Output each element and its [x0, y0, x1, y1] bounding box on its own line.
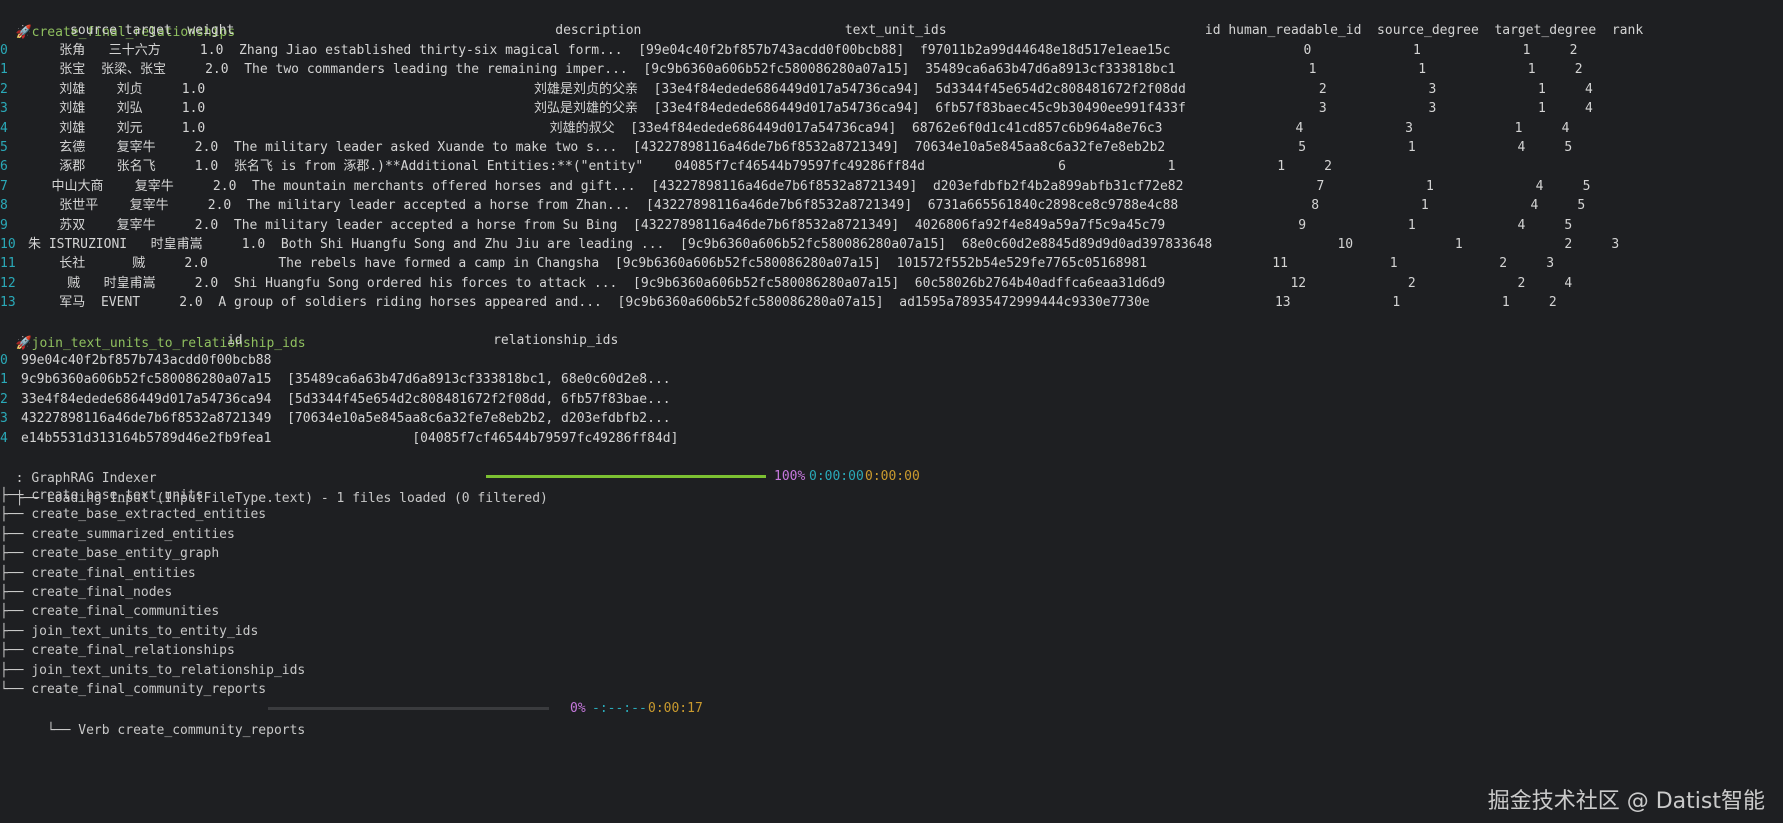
row-text: 长社 贼 2.0 The rebels have formed a camp i…: [28, 256, 1555, 272]
verb-progress-track: [268, 707, 549, 710]
row-text: 玄德 复宰牛 2.0 The military leader asked Xua…: [28, 140, 1573, 155]
verb-label: Verb create_community_reports: [78, 723, 306, 738]
row-text: 中山大商 复宰牛 2.0 The mountain merchants offe…: [28, 178, 1591, 194]
loading-progress-fill: [486, 475, 766, 478]
step-label: create_base_entity_graph: [31, 546, 220, 562]
tree-branch: ├──: [0, 507, 32, 523]
row-text: 99e04c40f2bf857b743acdd0f00bcb88: [21, 353, 272, 368]
row-text: 张角 三十六方 1.0 Zhang Jiao established thirt…: [28, 43, 1578, 58]
loading-elapsed: 0:00:00: [809, 469, 864, 484]
tree-branch: ├──: [0, 526, 32, 542]
verb-elapsed: 0:00:17: [648, 701, 703, 716]
row-text: 苏双 复宰牛 2.0 The military leader accepted …: [28, 217, 1573, 233]
tree-branch: ├──: [0, 565, 32, 581]
verb-percent: 0%: [570, 701, 586, 716]
step-label: create_base_text_units: [31, 488, 204, 503]
tree-branch: ├──: [0, 585, 32, 600]
row-text: e14b5531d313164b5789d46e2fb9fea1 [04085f…: [21, 430, 679, 446]
tree-branch: ├──: [0, 623, 32, 639]
step-label: join_text_units_to_entity_ids: [31, 623, 259, 639]
row-text: 张世平 复宰牛 2.0 The military leader accepted…: [28, 198, 1586, 214]
step-label: create_final_relationships: [31, 643, 235, 659]
loading-percent: 100%: [774, 469, 806, 484]
step-label: join_text_units_to_relationship_ids: [31, 662, 306, 678]
row-text: 9c9b6360a606b52fc580086280a07a15 [35489c…: [21, 372, 671, 388]
relationships-header: source target weight description text_un…: [70, 23, 1644, 38]
step-label: create_final_community_reports: [31, 682, 267, 697]
tree-branch: └──: [0, 682, 32, 697]
watermark: 掘金技术社区 @ Datist智能: [1487, 789, 1765, 814]
indexer-title-line: : GraphRAG Indexer: [0, 446, 157, 486]
tree-branch: ├──: [0, 643, 32, 659]
verb-eta: -:--:--: [592, 701, 647, 716]
tree-branch: ├──: [0, 604, 32, 620]
row-text: 军马 EVENT 2.0 A group of soldiers riding …: [28, 295, 1557, 311]
relationships-title-line: 🚀create_final_relationships: [0, 0, 236, 40]
tree-branch: └──: [15, 723, 79, 738]
row-text: 朱 ISTRUZIONI 时皇甫嵩 1.0 Both Shi Huangfu S…: [28, 237, 1620, 252]
step-label: create_final_nodes: [31, 585, 173, 600]
row-text: 刘雄 刘贞 1.0 刘雄是刘贞的父亲 [33e4f84edede686449d0…: [28, 81, 1593, 97]
row-text: 刘雄 刘元 1.0 刘雄的叔父 [33e4f84edede686449d017a…: [28, 120, 1570, 136]
row-text: 43227898116a46de7b6f8532a8721349 [70634e…: [21, 411, 671, 427]
step-label: create_final_entities: [31, 565, 196, 581]
row-text: 涿郡 张名飞 1.0 张名飞 is from 涿郡.)**Additional …: [28, 159, 1332, 175]
step-label: create_summarized_entities: [31, 526, 235, 542]
join-header: id relationship_ids: [0, 333, 619, 348]
step-label: create_final_communities: [31, 604, 220, 620]
row-text: 贼 时皇甫嵩 2.0 Shi Huangfu Song ordered his …: [28, 275, 1573, 291]
row-text: 张宝 张梁、张宝 2.0 The two commanders leading …: [28, 62, 1583, 78]
tree-branch: ├──: [0, 662, 32, 678]
verb-line: └── Verb create_community_reports: [0, 698, 305, 738]
row-text: 刘雄 刘弘 1.0 刘弘是刘雄的父亲 [33e4f84edede686449d0…: [28, 101, 1593, 117]
tree-branch: ├──: [0, 488, 32, 503]
tree-branch: ├──: [0, 546, 32, 562]
row-text: 33e4f84edede686449d017a54736ca94 [5d3344…: [21, 391, 671, 407]
step-label: create_base_extracted_entities: [31, 507, 267, 523]
loading-remaining: 0:00:00: [865, 469, 920, 484]
